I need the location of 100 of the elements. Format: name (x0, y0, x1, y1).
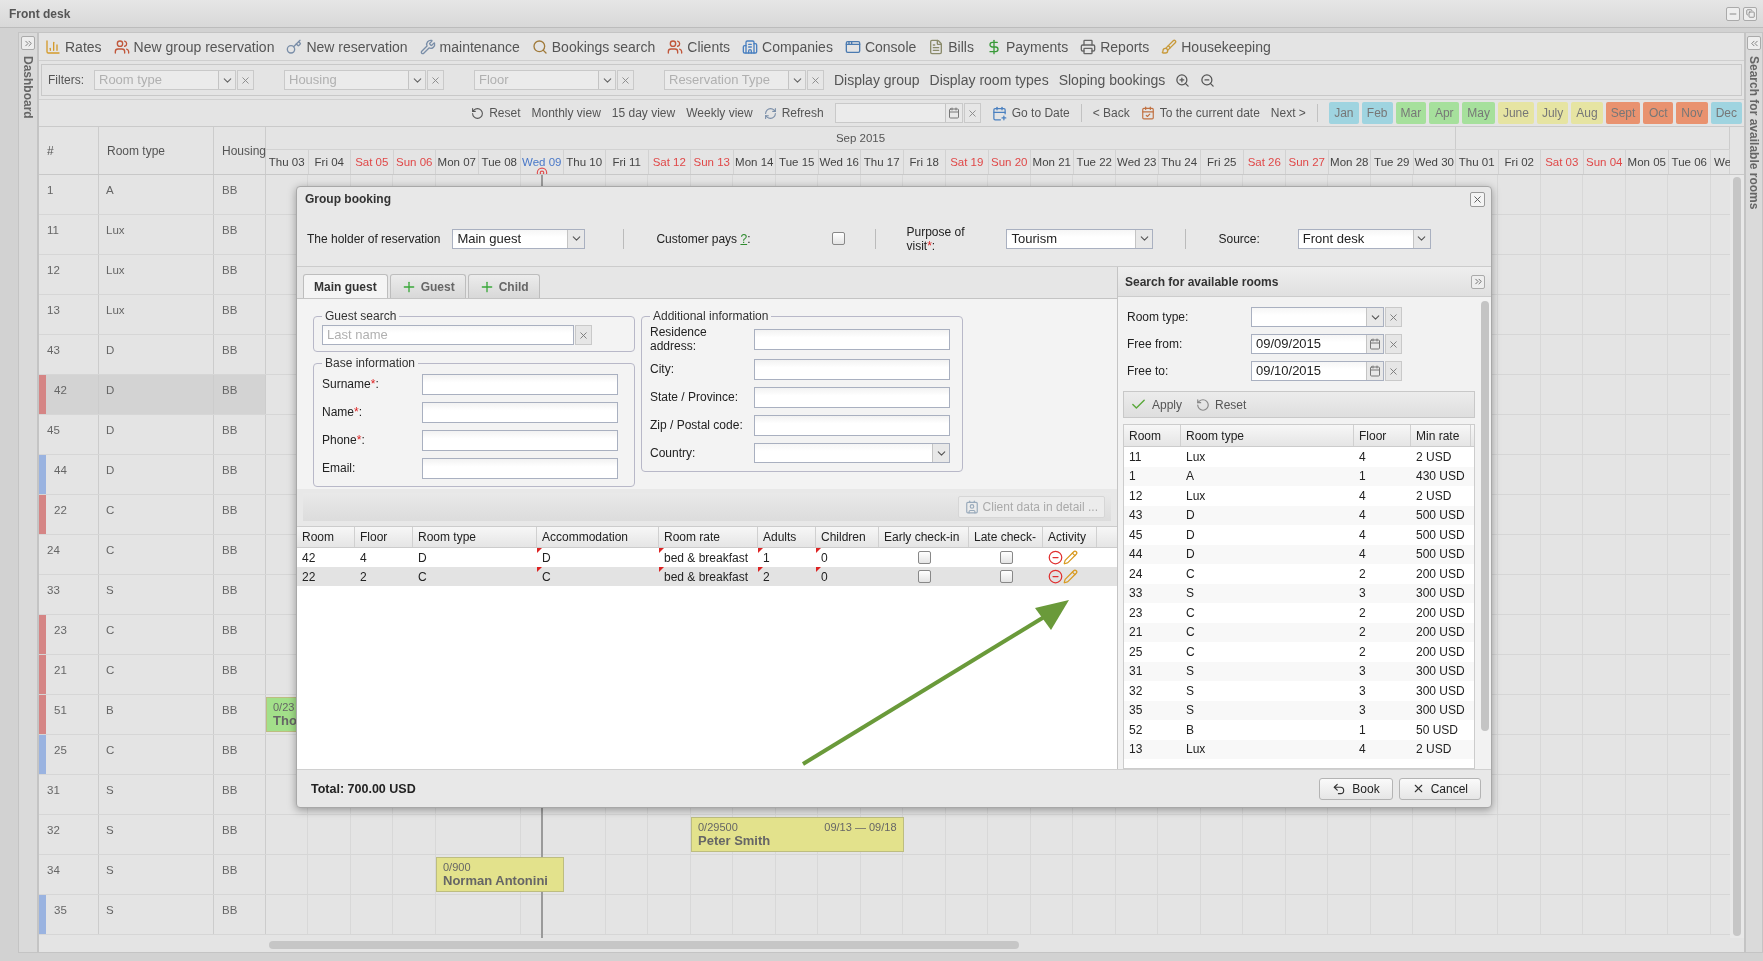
view-button[interactable]: Monthly view (531, 106, 601, 120)
input-field[interactable] (422, 429, 618, 451)
input-field[interactable] (422, 457, 618, 479)
toolbar-item[interactable]: New group reservation (113, 38, 275, 55)
table-cell-text: 12 (1128, 487, 1144, 505)
clear-button[interactable] (963, 103, 981, 123)
filter-button[interactable]: Sloping bookings (1058, 72, 1166, 88)
toolbar-item[interactable]: Bookings search (531, 38, 656, 55)
brush-icon (1161, 38, 1178, 55)
restore-button[interactable] (1743, 6, 1757, 21)
checkbox[interactable] (917, 570, 931, 583)
input-field[interactable] (754, 414, 950, 436)
toolbar-item[interactable]: Reports (1080, 38, 1150, 55)
table-cell-text: 42 (301, 549, 317, 567)
purpose-dropdown[interactable]: Tourism (1006, 228, 1154, 249)
reset-button[interactable]: Reset (1196, 397, 1247, 412)
next-button[interactable]: Next > (1270, 106, 1306, 120)
edit-button[interactable] (1063, 569, 1078, 584)
tab[interactable]: Main guest (303, 274, 388, 298)
checkbox[interactable] (832, 232, 846, 245)
toolbar-item[interactable]: New reservation (286, 38, 408, 55)
column-header: Early check-in (879, 527, 969, 547)
checkbox[interactable] (917, 551, 931, 564)
zoom-in-button[interactable] (1175, 72, 1191, 88)
housing: BB (214, 295, 266, 334)
reset-button[interactable]: Reset (471, 106, 521, 120)
month-button[interactable]: June (1497, 102, 1534, 124)
checkbox[interactable] (999, 570, 1013, 583)
delete-button[interactable] (1048, 569, 1063, 584)
input-field[interactable] (754, 386, 950, 408)
toolbar-item[interactable]: Console (844, 38, 917, 55)
toolbar-item[interactable]: Companies (742, 38, 833, 55)
holder-dropdown[interactable]: Main guest (452, 228, 586, 249)
tab[interactable]: Child (467, 274, 540, 298)
table-cell: D (537, 548, 659, 567)
clear-button[interactable] (1385, 361, 1402, 381)
back-button[interactable]: < Back (1092, 106, 1130, 120)
field-label: Zip / Postal code: (650, 418, 744, 432)
minimize-button[interactable] (1726, 6, 1740, 21)
day-label: Sat 12 (652, 156, 686, 168)
close-icon (578, 329, 589, 341)
date-field[interactable]: 09/09/2015 (1251, 334, 1384, 354)
table-cell-text: 4 (1358, 507, 1367, 525)
toolbar-item[interactable]: Clients (667, 38, 731, 55)
clear-button[interactable] (617, 70, 634, 90)
filter-button[interactable]: Display group (834, 72, 920, 88)
room-type-dropdown[interactable] (1251, 307, 1384, 327)
input-field[interactable] (754, 358, 950, 380)
toolbar-item[interactable]: Housekeeping (1161, 38, 1271, 55)
date-field[interactable] (834, 103, 963, 123)
clear-button[interactable] (1385, 334, 1402, 354)
source-dropdown[interactable]: Front desk (1297, 228, 1431, 249)
clear-button[interactable] (1385, 307, 1402, 327)
collapse-button[interactable] (1471, 274, 1485, 289)
chevrons-icon (1472, 276, 1484, 287)
country-dropdown[interactable] (754, 443, 950, 463)
clear-button[interactable] (575, 325, 592, 345)
edit-button[interactable] (1063, 550, 1078, 565)
view-button[interactable]: 15 day view (611, 106, 676, 120)
current-date-button[interactable]: To the current date (1140, 106, 1260, 120)
month-button[interactable]: July (1536, 102, 1569, 124)
clear-button[interactable] (427, 70, 444, 90)
booking-block[interactable]: 0/29500 09/13 — 09/18 Peter Smith (691, 817, 904, 852)
month-button[interactable]: Aug (1571, 102, 1603, 124)
book-button[interactable]: Book (1319, 777, 1393, 800)
tab[interactable]: Guest (389, 274, 466, 298)
clear-button[interactable] (807, 70, 824, 90)
housing: BB (214, 255, 266, 294)
filter-button[interactable]: Display room types (929, 72, 1049, 88)
checkbox[interactable] (999, 551, 1013, 564)
room-number: 42 (53, 383, 67, 398)
toolbar-item[interactable]: Rates (45, 38, 102, 55)
close-button[interactable] (1470, 191, 1485, 207)
refresh-button[interactable]: Refresh (763, 106, 824, 120)
room-type: S (99, 855, 214, 894)
zoom-out-button[interactable] (1200, 72, 1216, 88)
clear-button[interactable] (237, 70, 254, 90)
toolbar-item[interactable]: Payments (985, 38, 1069, 55)
input-field[interactable] (754, 328, 950, 350)
room-type: S (99, 575, 214, 614)
date-field[interactable]: 09/10/2015 (1251, 361, 1384, 381)
toolbar-item[interactable]: Bills (928, 38, 974, 55)
table-cell-text: 4 (1358, 526, 1367, 544)
room-number: 24 (46, 543, 60, 558)
go-to-date-button[interactable]: Go to Date (991, 105, 1070, 121)
room-type: C (99, 615, 214, 654)
toolbar-item[interactable]: maintenance (419, 38, 520, 55)
expand-button[interactable] (21, 36, 35, 50)
input-field[interactable] (422, 373, 618, 395)
delete-button[interactable] (1048, 550, 1063, 565)
document-icon (928, 38, 945, 55)
input-field[interactable] (422, 401, 618, 423)
booking-block[interactable]: 0/900 Norman Antonini (436, 857, 564, 892)
table-cell-text: C (1185, 624, 1196, 642)
room-type: Lux (99, 255, 214, 294)
expand-button[interactable] (1747, 36, 1761, 50)
view-button[interactable]: Weekly view (686, 106, 753, 120)
cancel-button[interactable]: Cancel (1398, 777, 1481, 800)
apply-button[interactable]: Apply (1130, 396, 1183, 413)
table-row[interactable]: 22 2 C C bed & breakfast 2 0 (297, 567, 1117, 586)
